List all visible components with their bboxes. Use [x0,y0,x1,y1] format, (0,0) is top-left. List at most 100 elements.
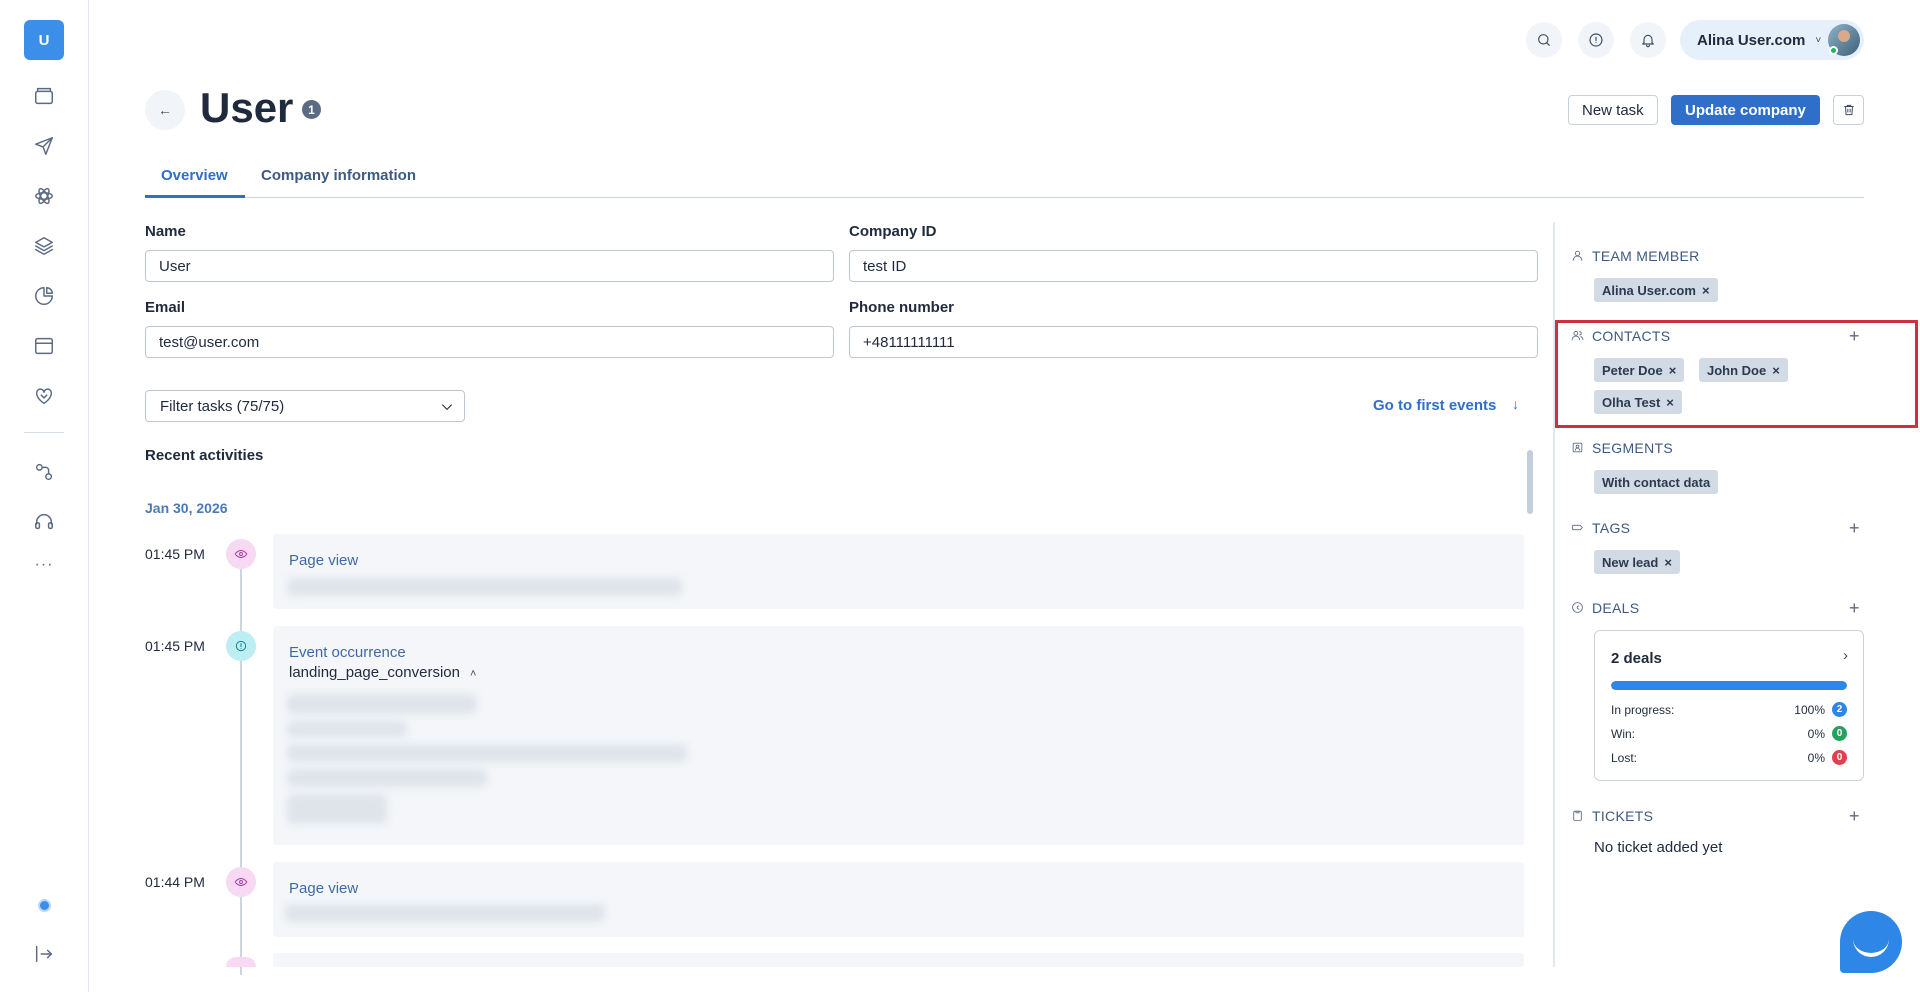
update-company-button[interactable]: Update company [1671,95,1820,125]
team-member-heading: TEAM MEMBER [1592,248,1700,264]
chip-label: Olha Test [1602,394,1661,410]
deals-summary-card[interactable]: 2 deals › In progress: 100% 2 Win: 0% 0 … [1594,630,1864,781]
deals-heading: DEALS [1592,600,1640,616]
deal-count-badge: 0 [1832,726,1847,741]
bell-icon [1642,34,1654,48]
chip-label: John Doe [1707,362,1767,378]
chevron-right-icon[interactable]: › [1843,647,1848,664]
delete-button[interactable] [1833,95,1864,125]
pie-chart-icon[interactable] [30,282,58,310]
add-ticket-button[interactable]: + [1849,807,1860,825]
atom-icon[interactable] [30,182,58,210]
back-button[interactable]: ← [145,90,185,130]
more-icon[interactable]: ··· [30,556,58,574]
email-label: Email [145,299,186,316]
activity-date: Jan 30, 2026 [145,500,228,516]
redacted-content [287,721,407,737]
tab-bar: Overview Company information [145,160,1864,198]
no-tickets-text: No ticket added yet [1594,839,1723,856]
user-name: Alina User.com [1697,31,1806,49]
chip-label: New lead [1602,554,1659,570]
phone-number-label: Phone number [849,299,955,316]
recent-activities-heading: Recent activities [145,447,264,464]
activity-title: Page view [289,880,359,897]
activity-card[interactable] [273,953,1524,967]
activities-scrollbar[interactable] [1527,450,1533,514]
add-contact-button[interactable]: + [1849,327,1860,345]
new-task-button[interactable]: New task [1568,95,1658,125]
activity-time: 01:45 PM [145,546,205,562]
segment-chip: With contact data [1594,470,1719,494]
online-status-dot [1829,46,1838,55]
status-indicator-icon[interactable] [38,899,51,912]
close-icon[interactable]: × [1702,283,1710,298]
browser-window-icon[interactable] [30,332,58,360]
tags-heading: TAGS [1592,520,1631,536]
deal-row-percent: 0% [1807,727,1825,741]
headset-icon[interactable] [30,508,58,536]
timeline-line [240,555,242,975]
deal-row-label: Win: [1611,727,1635,741]
chevron-down-icon: ˅ [1815,34,1822,46]
close-icon[interactable]: × [1669,363,1677,378]
redacted-content [287,578,682,596]
activity-time: 01:45 PM [145,638,205,654]
people-icon [1571,329,1585,343]
segments-heading: SEGMENTS [1592,440,1673,456]
activity-dot [226,957,256,967]
title-info-badge[interactable]: 1 [302,100,321,119]
tab-company-information[interactable]: Company information [261,167,416,198]
logout-icon[interactable] [30,940,58,968]
name-input[interactable] [145,250,834,282]
chip-label: With contact data [1602,474,1711,490]
heart-handshake-icon[interactable] [30,382,58,410]
user-menu[interactable]: Alina User.com ˅ [1680,20,1864,60]
activity-title: Event occurrence [289,644,406,661]
filter-tasks-select[interactable]: Filter tasks (75/75) [145,390,465,422]
deal-row-lost: Lost: 0% 0 [1611,749,1847,767]
redacted-content [285,904,605,922]
chat-widget-button[interactable] [1840,911,1902,973]
chevron-up-icon[interactable]: ˄ [470,668,476,680]
activity-title: Page view [289,552,359,569]
tickets-heading: TICKETS [1592,808,1654,824]
deal-count-badge: 0 [1832,750,1847,765]
close-icon[interactable]: × [1666,395,1674,410]
email-input[interactable] [145,326,834,358]
arrow-down-icon[interactable]: ↓ [1512,396,1519,412]
close-icon[interactable]: × [1664,555,1672,570]
folder-icon[interactable] [30,82,58,110]
activity-card[interactable]: Page view [273,862,1524,937]
deal-row-label: Lost: [1611,751,1638,765]
search-icon [1538,34,1550,46]
workspace-logo[interactable]: U [24,20,64,60]
contact-chip: John Doe × [1699,358,1788,382]
chevron-down-icon [440,400,453,412]
activity-card[interactable]: Page view [273,534,1524,609]
deal-row-win: Win: 0% 0 [1611,725,1847,743]
go-to-first-events-link[interactable]: Go to first events [1373,397,1496,414]
name-label: Name [145,223,186,240]
notifications-button[interactable] [1630,22,1666,58]
tab-overview[interactable]: Overview [161,167,228,198]
add-deal-button[interactable]: + [1849,599,1860,617]
phone-number-input[interactable] [849,326,1538,358]
company-id-input[interactable] [849,250,1538,282]
activity-event-name[interactable]: landing_page_conversion ˄ [289,664,476,681]
help-button[interactable] [1578,22,1614,58]
integrations-icon[interactable] [30,458,58,486]
segment-icon [1571,441,1585,455]
add-tag-button[interactable]: + [1849,519,1860,537]
activity-time: 01:44 PM [145,874,205,890]
arrow-left-icon: ← [158,102,172,118]
layers-icon[interactable] [30,232,58,260]
tag-icon [1571,521,1585,535]
activity-card[interactable]: Event occurrence landing_page_conversion… [273,626,1524,845]
close-icon[interactable]: × [1772,363,1780,378]
deals-progress-bar [1611,681,1847,690]
clipboard-icon [1571,809,1585,823]
paper-plane-icon[interactable] [30,132,58,160]
deals-progress-fill [1611,681,1847,690]
search-button[interactable] [1526,22,1562,58]
deal-row-label: In progress: [1611,703,1675,717]
